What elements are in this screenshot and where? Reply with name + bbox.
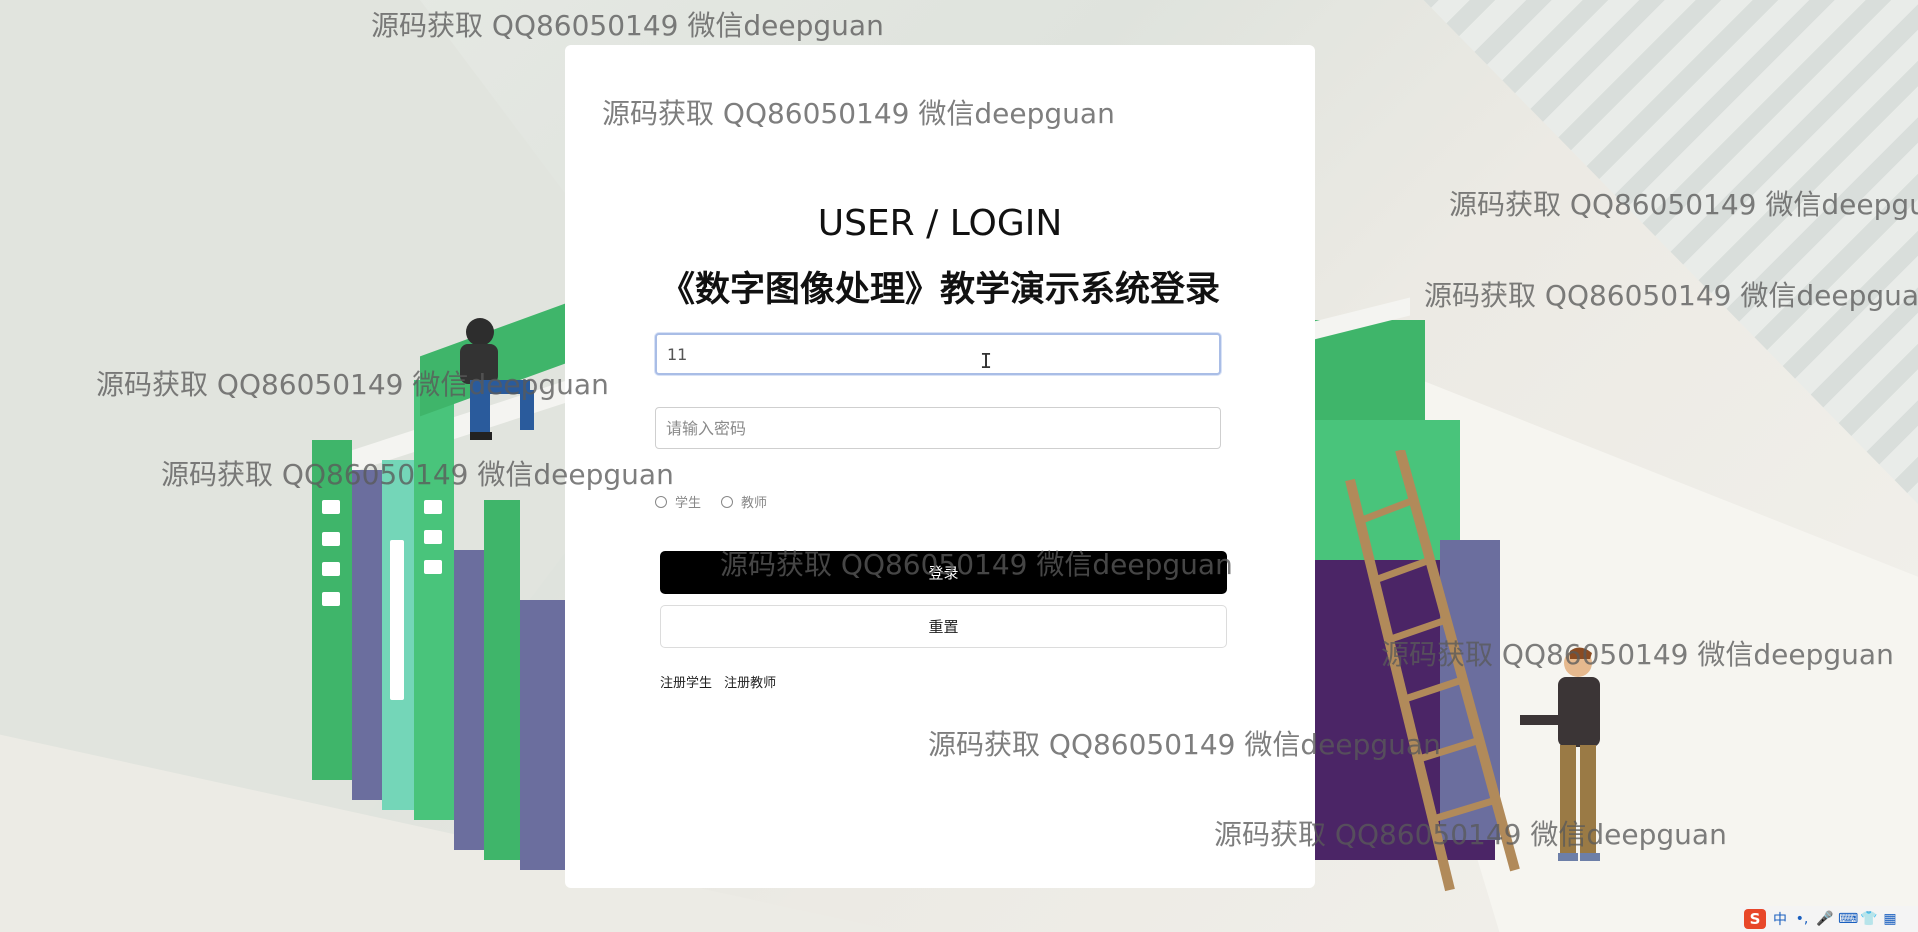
toolbox-icon[interactable]: ▦ [1882, 911, 1898, 927]
login-button[interactable]: 登录 [660, 551, 1227, 594]
login-card: USER / LOGIN 《数字图像处理》教学演示系统登录 学生 教师 登录 重… [565, 45, 1315, 888]
register-links: 注册学生 注册教师 [660, 672, 784, 691]
punctuation-icon[interactable]: •, [1794, 911, 1810, 927]
book-label [390, 540, 404, 700]
reset-button[interactable]: 重置 [660, 605, 1227, 648]
book-label [424, 530, 442, 544]
role-teacher-label: 教师 [741, 496, 768, 511]
sitting-person-illustration [460, 318, 534, 440]
role-student-label: 学生 [675, 496, 702, 511]
book-spine [352, 470, 382, 800]
register-teacher-link[interactable]: 注册教师 [724, 676, 776, 691]
password-input[interactable] [655, 407, 1221, 449]
book-label [322, 592, 340, 606]
standing-person-illustration [1520, 647, 1600, 861]
skin-icon[interactable]: 👕 [1860, 911, 1877, 927]
book-spine [312, 440, 352, 780]
book-label [322, 532, 340, 546]
book-spine [520, 600, 565, 870]
book-label [322, 562, 340, 576]
book-spine [484, 500, 520, 860]
role-student-radio[interactable]: 学生 [655, 492, 701, 511]
sogou-logo-icon[interactable]: S [1744, 909, 1766, 929]
radio-circle-icon [721, 495, 734, 508]
login-page: USER / LOGIN 《数字图像处理》教学演示系统登录 学生 教师 登录 重… [0, 0, 1918, 932]
username-input[interactable] [655, 333, 1221, 375]
keyboard-icon[interactable]: ⌨ [1838, 911, 1858, 927]
text-cursor-icon: I [980, 349, 993, 373]
book-label [424, 560, 442, 574]
login-title-en: USER / LOGIN [817, 203, 1063, 244]
role-teacher-radio[interactable]: 教师 [721, 492, 767, 511]
ime-toolbar: S 中 •, 🎤 ⌨ 👕 ▦ [1740, 906, 1918, 932]
microphone-icon[interactable]: 🎤 [1816, 911, 1833, 927]
role-radio-group: 学生 教师 [655, 492, 787, 511]
book-label [424, 500, 442, 514]
radio-circle-icon [655, 495, 667, 508]
register-student-link[interactable]: 注册学生 [660, 676, 712, 691]
login-title-cn: 《数字图像处理》教学演示系统登录 [659, 270, 1220, 310]
book-label [322, 500, 340, 514]
ime-mode-toggle[interactable]: 中 [1772, 909, 1788, 929]
book-spine [454, 550, 484, 850]
